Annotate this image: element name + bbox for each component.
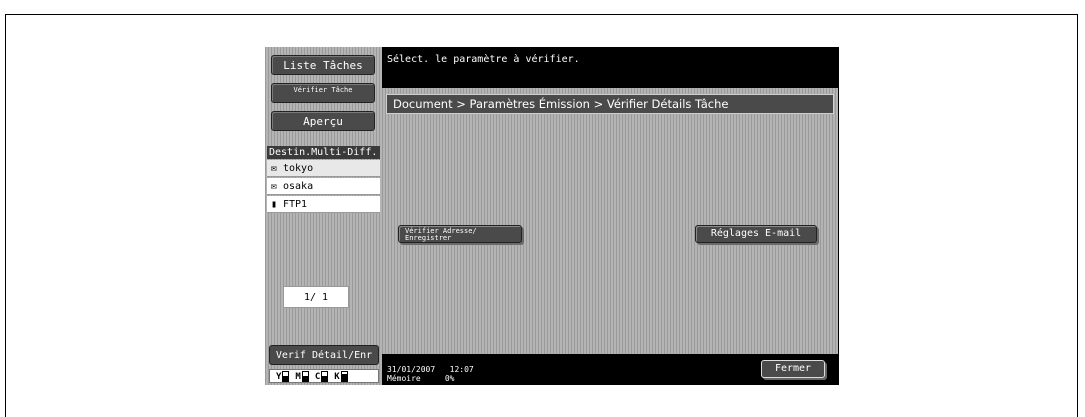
page-indicator: 1/ 1 <box>283 286 349 308</box>
destination-item-osaka[interactable]: ✉ osaka <box>267 178 380 195</box>
apercu-button[interactable]: Aperçu <box>271 111 375 131</box>
destination-item-ftp1[interactable]: ▮ FTP1 <box>267 196 380 213</box>
toner-label-c: C <box>314 372 321 382</box>
memoire-label: Mémoire <box>387 374 421 383</box>
reglages-email-button[interactable]: Réglages E-mail <box>695 225 817 243</box>
destination-label: tokyo <box>283 163 314 174</box>
verif-detail-button[interactable]: Verif Détail/Enr <box>269 345 379 365</box>
toner-levels: YMCK <box>269 369 379 383</box>
toner-label-y: Y <box>276 372 282 382</box>
destination-label: FTP1 <box>283 199 308 210</box>
verifier-adresse-button[interactable]: Vérifier Adresse/ Enregistrer <box>398 225 522 243</box>
memoire-value: 0% <box>444 374 455 383</box>
toner-bar-y <box>282 371 290 382</box>
main-area: Document > Paramètres Émission > Vérifie… <box>382 88 838 354</box>
verifier-adresse-line2: Enregistrer <box>405 234 452 242</box>
ftp-icon: ▮ <box>271 199 278 210</box>
status-datetime: 31/01/2007 12:07 Mémoire 0% <box>387 365 474 383</box>
sidebar: Liste Tâches Vérifier Tâche Aperçu Desti… <box>265 47 382 385</box>
toner-label-k: K <box>334 372 340 382</box>
email-icon: ✉ <box>271 181 278 192</box>
time-text: 12:07 <box>449 365 474 374</box>
destination-label: osaka <box>283 181 314 192</box>
toner-bar-k <box>340 371 348 382</box>
breadcrumb: Document > Paramètres Émission > Vérifie… <box>386 94 834 114</box>
liste-taches-button[interactable]: Liste Tâches <box>271 55 375 75</box>
verifier-tache-button[interactable]: Vérifier Tâche <box>271 83 375 103</box>
toner-label-m: M <box>295 372 301 382</box>
toner-bar-c <box>321 371 329 382</box>
destination-item-tokyo[interactable]: ✉ tokyo <box>267 160 380 177</box>
instruction-message: Sélect. le paramètre à vérifier. <box>387 54 580 65</box>
destination-header: Destin.Multi-Diff. <box>267 146 380 159</box>
date-text: 31/01/2007 <box>387 365 436 374</box>
fermer-button[interactable]: Fermer <box>761 360 825 378</box>
email-icon: ✉ <box>271 163 278 174</box>
toner-bar-m <box>301 371 309 382</box>
